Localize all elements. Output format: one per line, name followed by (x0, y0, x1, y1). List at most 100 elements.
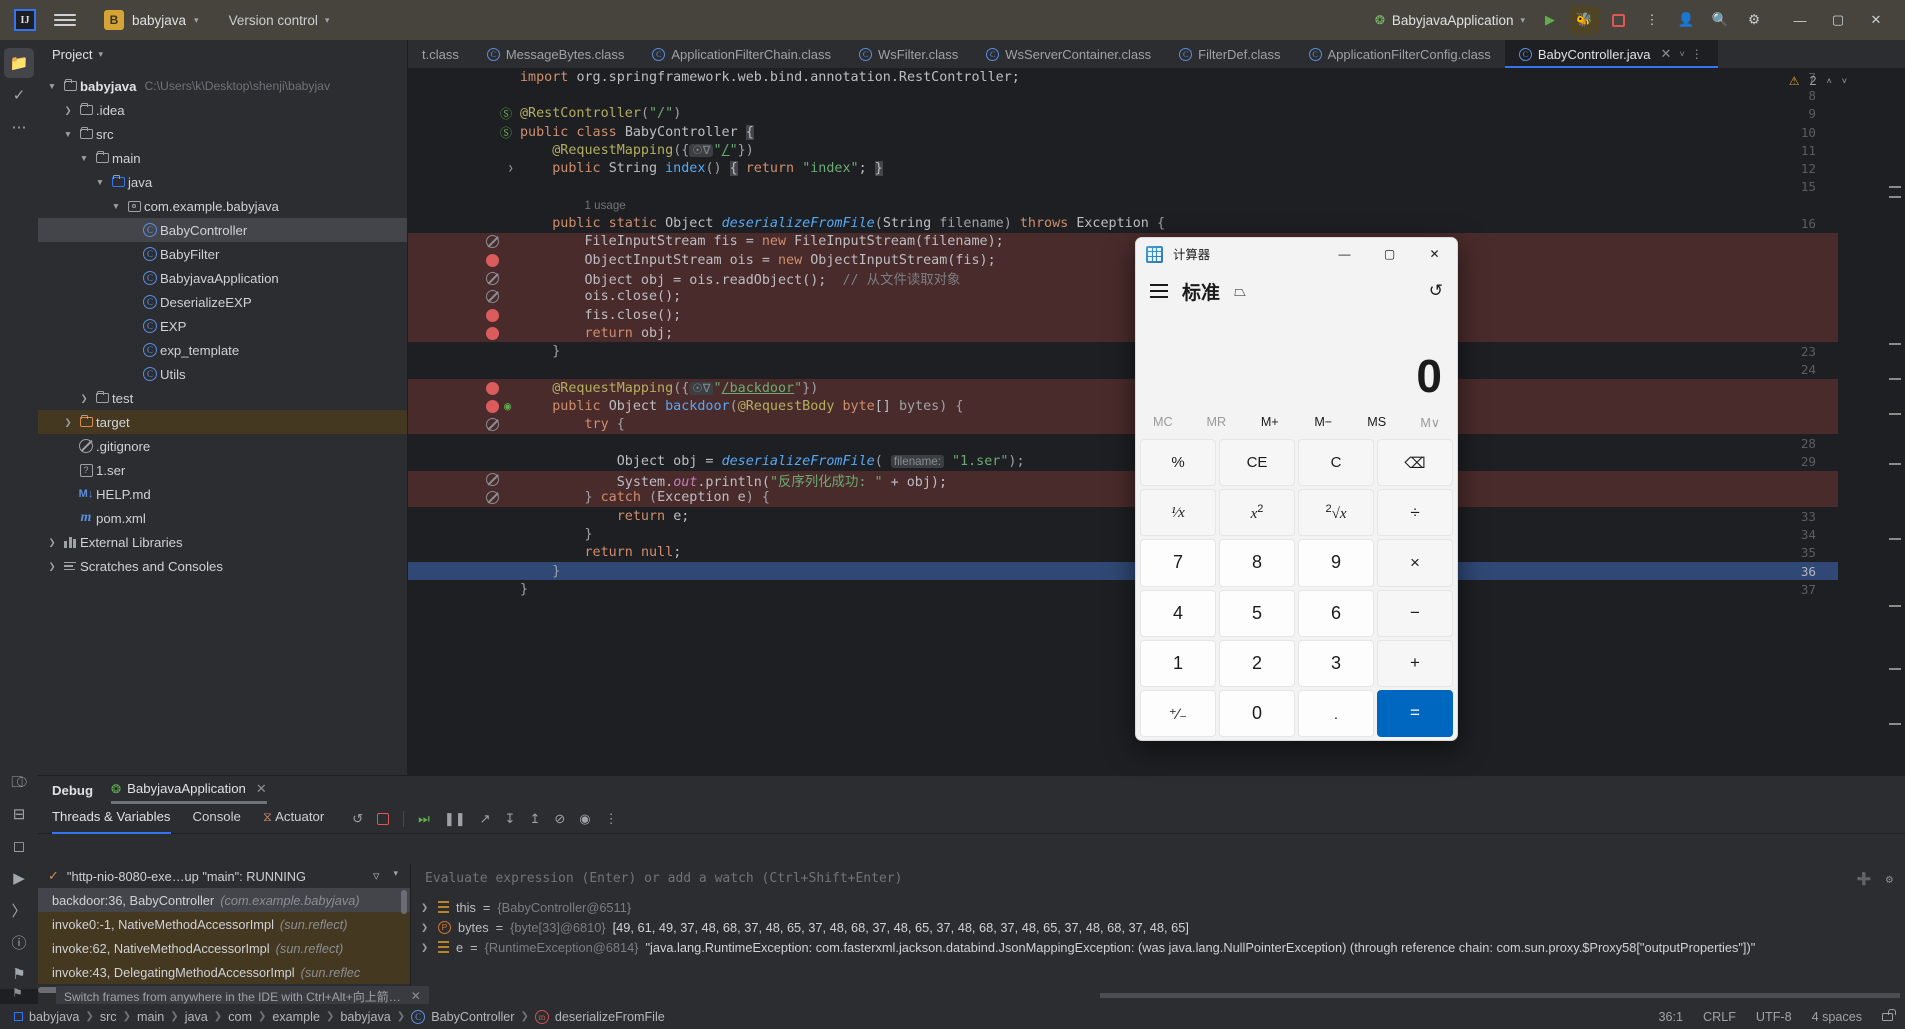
tree-item-utils[interactable]: ❯CUtils (38, 362, 407, 386)
debug-session-tab[interactable]: ❂ BabyjavaApplication ✕ (111, 781, 267, 804)
run-gutter-icon[interactable]: Ⓢ (500, 105, 512, 122)
tree-item-deserializeexp[interactable]: ❯CDeserializeEXP (38, 290, 407, 314)
tree-expand-arrow[interactable]: ❯ (44, 561, 60, 572)
expand-arrow-icon[interactable]: ❯ (421, 902, 431, 913)
settings-icon[interactable]: ⚙ (1886, 872, 1893, 886)
tree-item-scratches-and-consoles[interactable]: ❯ Scratches and Consoles (38, 554, 407, 578)
run-gutter-icon[interactable]: Ⓢ (500, 124, 512, 141)
variable-row[interactable]: ❯ this = {BabyController@6511} (411, 897, 1905, 917)
view-breakpoints-icon[interactable]: ◉ (579, 811, 590, 827)
memory-button-m[interactable]: M− (1297, 407, 1351, 437)
stack-frame-row[interactable]: invoke:43, DelegatingMethodAccessorImpl (… (38, 960, 410, 984)
calculator-close-button[interactable]: ✕ (1412, 238, 1457, 270)
calc-key-reciprocal[interactable]: ¹⁄x (1140, 489, 1216, 537)
file-encoding[interactable]: UTF-8 (1756, 1010, 1792, 1024)
tree-item-pom-xml[interactable]: ❯mpom.xml (38, 506, 407, 530)
tree-item-java[interactable]: ▼ java (38, 170, 407, 194)
calc-key-multiply[interactable]: × (1377, 539, 1453, 587)
breakpoint-icon[interactable] (486, 399, 499, 413)
tree-item-idea[interactable]: ❯ .idea (38, 98, 407, 122)
memory-button-m[interactable]: M+ (1243, 407, 1297, 437)
close-icon[interactable]: ✕ (411, 989, 421, 1003)
tree-item-babyjava[interactable]: ▼ babyjava C:\Users\k\Desktop\shenji\babyj… (38, 74, 407, 98)
tree-item-main[interactable]: ▼ main (38, 146, 407, 170)
more-tools-icon[interactable]: ⋯ (4, 112, 34, 142)
editor-right-markers[interactable] (1885, 68, 1905, 775)
window-minimize-button[interactable]: — (1781, 0, 1819, 40)
stop-button[interactable] (1603, 6, 1633, 34)
history-icon[interactable]: ↺ (1429, 281, 1443, 301)
calc-key-square-root[interactable]: 2√x (1298, 489, 1374, 537)
editor-tab-applicationfilterchain-class[interactable]: C ApplicationFilterChain.class (638, 40, 845, 68)
step-into-icon[interactable]: ↧ (505, 811, 516, 827)
tree-expand-arrow[interactable]: ▼ (92, 177, 108, 187)
rerun-icon[interactable]: ↺ (352, 811, 363, 827)
calc-key-plus-minus[interactable]: ⁺∕₋ (1140, 689, 1216, 737)
thread-selector[interactable]: ✓ "http-nio-8080-exe…up "main": RUNNING … (38, 864, 410, 888)
calc-key-eight[interactable]: 8 (1219, 539, 1295, 587)
fold-arrow-icon[interactable]: ❯ (508, 164, 513, 174)
breadcrumb-item[interactable]: BabyController (431, 1010, 514, 1024)
tree-item-babyjavaapplication[interactable]: ❯CBabyjavaApplication (38, 266, 407, 290)
breadcrumb-item[interactable]: babyjava (340, 1010, 390, 1024)
calc-key-nine[interactable]: 9 (1298, 539, 1374, 587)
calc-key-clear-entry[interactable]: CE (1219, 439, 1295, 487)
project-selector[interactable]: B babyjava ▾ (96, 6, 207, 34)
run-button[interactable]: ▶ (1535, 6, 1565, 34)
calc-key-seven[interactable]: 7 (1140, 539, 1216, 587)
tree-item-exp[interactable]: ❯CEXP (38, 314, 407, 338)
problems-tool-icon[interactable]: ⓘ (4, 927, 34, 957)
frames-scrollbar[interactable] (401, 890, 407, 914)
tree-expand-arrow[interactable]: ❯ (60, 105, 76, 116)
calc-key-divide[interactable]: ÷ (1377, 489, 1453, 537)
chevron-down-icon[interactable]: ˅ (1679, 49, 1684, 59)
bookmarks-tool-icon[interactable]: ⊟ (4, 799, 34, 829)
structure-tool-icon[interactable]: ⎄ (4, 767, 34, 797)
stack-frame-row[interactable]: invoke0:-1, NativeMethodAccessorImpl (sun… (38, 912, 410, 936)
run-tool-icon[interactable]: ▶ (4, 863, 34, 893)
calc-key-six[interactable]: 6 (1298, 589, 1374, 637)
run-configuration-selector[interactable]: ❂ BabyjavaApplication ▾ (1375, 13, 1525, 28)
calculator-minimize-button[interactable]: — (1322, 238, 1367, 270)
close-icon[interactable]: ✕ (256, 781, 267, 797)
frames-list[interactable]: ✓ "http-nio-8080-exe…up "main": RUNNING … (38, 864, 410, 1005)
tree-item-1-ser[interactable]: ❯?1.ser (38, 458, 407, 482)
tree-item-target[interactable]: ❯ target (38, 410, 407, 434)
search-icon[interactable]: 🔍 (1705, 6, 1735, 34)
add-watch-icon[interactable]: ➕ (1857, 872, 1872, 886)
window-close-button[interactable]: ✕ (1857, 0, 1895, 40)
tree-expand-arrow[interactable]: ▼ (76, 153, 92, 163)
terminal-tool-icon[interactable]: 〉 (4, 895, 34, 925)
breadcrumb-item[interactable]: main (137, 1010, 164, 1024)
calculator-menu-icon[interactable] (1150, 284, 1168, 298)
calc-key-subtract[interactable]: − (1377, 589, 1453, 637)
tree-item-babycontroller[interactable]: ❯CBabyController (38, 218, 407, 242)
editor-tab-wsservercontainer-class[interactable]: C WsServerContainer.class (972, 40, 1165, 68)
tab-console[interactable]: Console (193, 809, 241, 828)
version-control-menu[interactable]: Version control ▾ (229, 13, 330, 28)
calc-key-equals[interactable]: = (1377, 689, 1453, 737)
close-icon[interactable]: ✕ (1661, 46, 1672, 62)
commit-tool-icon[interactable]: ✓ (4, 80, 34, 110)
breadcrumb-item[interactable]: com (228, 1010, 252, 1024)
breakpoint-icon[interactable] (486, 253, 499, 267)
stop-icon[interactable] (377, 812, 390, 825)
calc-key-backspace[interactable]: ⌫ (1377, 439, 1453, 487)
calc-key-two[interactable]: 2 (1219, 639, 1295, 687)
calc-key-three[interactable]: 3 (1298, 639, 1374, 687)
calc-key-zero[interactable]: 0 (1219, 689, 1295, 737)
editor-tab-babycontroller-java[interactable]: C BabyController.java ✕ ˅ ⋮ (1504, 40, 1718, 68)
tree-item-test[interactable]: ❯ test (38, 386, 407, 410)
mute-breakpoints-icon[interactable]: ⊘ (554, 811, 565, 827)
tree-item-com-example-babyjava[interactable]: ▼ com.example.babyjava (38, 194, 407, 218)
tree-item-help-md[interactable]: ❯M↓HELP.md (38, 482, 407, 506)
breakpoint-icon[interactable] (486, 308, 499, 322)
calc-key-add[interactable]: + (1377, 639, 1453, 687)
project-panel-header[interactable]: Project ▾ (38, 40, 407, 68)
debug-button[interactable]: 🐝 (1569, 6, 1599, 34)
window-maximize-button[interactable]: ▢ (1819, 0, 1857, 40)
keep-on-top-icon[interactable]: ⏢ (1234, 283, 1246, 300)
breakpoint-icon[interactable] (486, 326, 499, 340)
step-over-icon[interactable]: ↗ (480, 811, 491, 827)
breadcrumb-item[interactable]: deserializeFromFile (555, 1010, 665, 1024)
